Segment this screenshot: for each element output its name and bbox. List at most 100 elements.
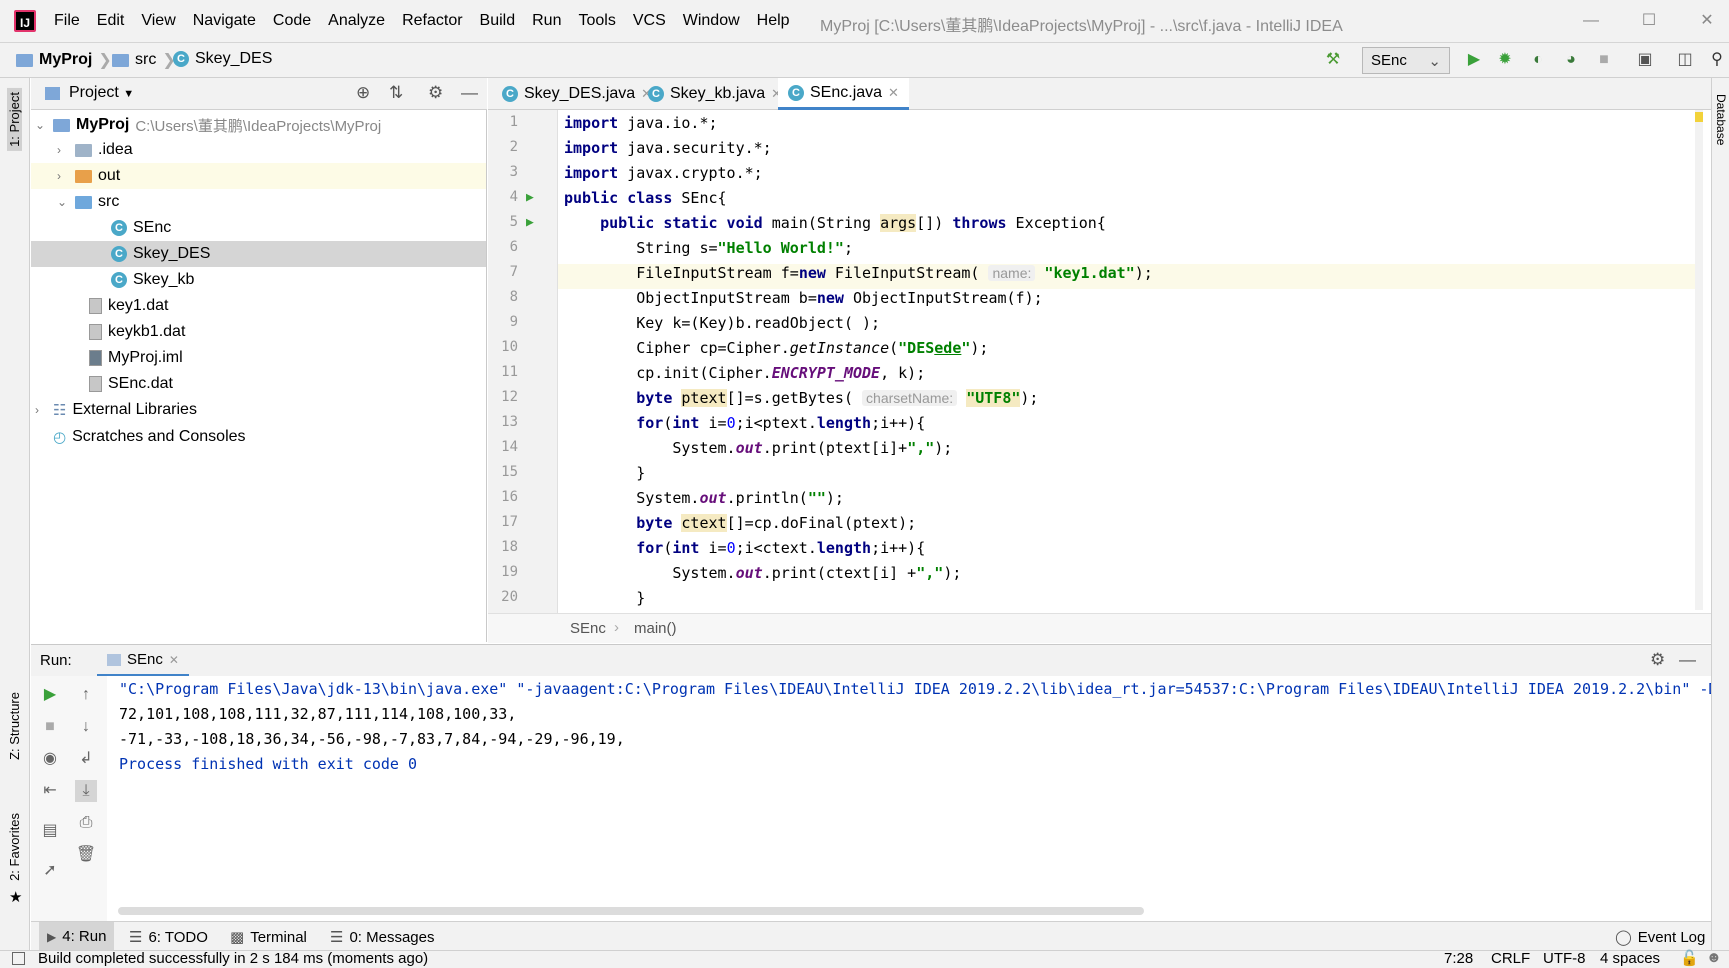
restore-layout-icon[interactable]: ⇤ [39,780,61,802]
indent-setting[interactable]: 4 spaces [1600,950,1660,967]
close-icon[interactable]: ✕ [1692,8,1722,34]
run-configuration-select[interactable]: SEnc ⌄ [1362,47,1450,74]
menu-edit[interactable]: Edit [97,12,125,30]
menu-file[interactable]: File [54,12,80,30]
locate-icon[interactable]: ⊕ [356,83,370,103]
structure-tool-button[interactable]: Z: Structure [7,692,22,760]
breadcrumb-project[interactable]: MyProj ❯ [16,50,112,70]
tree-item-skey-kb[interactable]: C Skey_kb [111,267,194,293]
tab-skey-kb-java[interactable]: C Skey_kb.java ✕ [638,78,792,110]
expand-arrow-icon[interactable]: ⌄ [35,118,47,132]
profile-icon[interactable]: ◕ [1560,49,1582,71]
tree-item-myproj-iml[interactable]: MyProj.iml [89,345,183,371]
tree-item-senc-dat[interactable]: SEnc.dat [89,371,173,397]
hide-panel-icon[interactable]: — [461,83,478,103]
menu-window[interactable]: Window [683,12,740,30]
tree-item-out[interactable]: › out [31,163,486,189]
stop-icon[interactable]: ■ [1593,49,1615,71]
warning-marker-icon[interactable] [1695,112,1703,122]
run-gutter-icon[interactable]: ▶ [526,190,534,205]
expand-arrow-icon[interactable]: › [57,143,69,157]
tab-skey-des-java[interactable]: C Skey_DES.java ✕ [492,78,662,110]
print-icon[interactable]: ⎙ [75,812,97,834]
tool-window-terminal[interactable]: ▩ Terminal [230,928,307,947]
tool-window-messages[interactable]: ☰ 0: Messages [330,928,435,947]
coverage-icon[interactable]: ◐ [1527,49,1549,71]
console-output[interactable]: "C:\Program Files\Java\jdk-13\bin\java.e… [107,676,1711,921]
tree-item-skey-des[interactable]: C Skey_DES [31,241,486,267]
project-view-selector[interactable]: Project ▼ [69,84,134,102]
up-arrow-icon[interactable]: ↑ [75,684,97,706]
breadcrumb-class[interactable]: SEnc [570,620,606,637]
project-structure-icon[interactable]: ▣ [1634,49,1656,71]
editor-scrollbar[interactable] [1695,110,1703,610]
build-hammer-icon[interactable]: ⚒ [1322,49,1344,71]
console-horizontal-scrollbar[interactable] [118,907,1144,915]
project-tool-button[interactable]: 1: Project [7,88,22,151]
scroll-to-end-icon[interactable]: ⤓ [75,780,97,802]
tree-item-senc[interactable]: C SEnc [111,215,171,241]
menu-tools[interactable]: Tools [578,12,615,30]
line-separator[interactable]: CRLF [1491,950,1530,967]
debug-icon[interactable]: ✹ [1494,49,1516,71]
library-icon: ☷ [53,402,67,419]
toggle-tool-windows-icon[interactable] [12,952,25,965]
run-gutter-icon[interactable]: ▶ [526,215,534,230]
caret-position[interactable]: 7:28 [1444,950,1473,967]
menu-analyze[interactable]: Analyze [328,12,385,30]
soft-wrap-icon[interactable]: ↲ [75,748,97,770]
camera-icon[interactable]: ◉ [39,748,61,770]
search-icon[interactable]: ⚲ [1706,49,1728,71]
maximize-icon[interactable]: ☐ [1634,8,1664,34]
run-icon[interactable]: ▶ [1463,49,1485,71]
tab-senc-java[interactable]: C SEnc.java ✕ [778,78,909,110]
run-tab-senc[interactable]: SEnc ✕ [97,645,189,677]
expand-arrow-icon[interactable]: › [35,403,47,417]
menu-code[interactable]: Code [273,12,311,30]
collapse-all-icon[interactable]: ⇅ [389,83,403,103]
layout-icon[interactable]: ▤ [39,820,61,842]
trash-icon[interactable]: 🗑 [75,844,97,866]
menu-refactor[interactable]: Refactor [402,12,462,30]
tree-item-external-libraries[interactable]: › ☷ External Libraries [35,397,197,423]
tree-item-scratches[interactable]: ◴ Scratches and Consoles [53,424,246,450]
close-tab-icon[interactable]: ✕ [169,653,179,667]
breadcrumb-class[interactable]: C Skey_DES [173,50,272,68]
breadcrumb-src[interactable]: src ❯ [112,50,176,70]
menu-view[interactable]: View [141,12,175,30]
inspector-icon[interactable]: ☻ [1706,949,1722,966]
menu-navigate[interactable]: Navigate [193,12,256,30]
file-encoding[interactable]: UTF-8 [1543,950,1586,967]
tool-window-run[interactable]: ▶ 4: Run [39,922,115,951]
gear-icon[interactable]: ⚙ [1650,650,1665,670]
hide-panel-icon[interactable]: — [1679,650,1696,670]
tree-item-key1-dat[interactable]: key1.dat [89,293,168,319]
menu-run[interactable]: Run [532,12,561,30]
expand-arrow-icon[interactable]: ⌄ [57,195,69,209]
status-message[interactable]: Build completed successfully in 2 s 184 … [38,950,428,967]
tree-item-keykb1-dat[interactable]: keykb1.dat [89,319,185,345]
favorites-tool-button[interactable]: 2: Favorites [7,813,22,881]
menu-vcs[interactable]: VCS [633,12,666,30]
tool-window-event-log[interactable]: ◯ Event Log [1615,928,1705,947]
terminal-window-icon[interactable]: ◫ [1674,49,1696,71]
lock-icon[interactable]: 🔓 [1680,949,1699,967]
pin-icon[interactable]: ➚ [39,860,61,882]
menu-help[interactable]: Help [757,12,790,30]
breadcrumb-method[interactable]: main() [634,620,677,637]
rerun-icon[interactable]: ▶ [39,684,61,706]
close-tab-icon[interactable]: ✕ [888,85,899,101]
tree-item-src[interactable]: ⌄ src [57,189,119,215]
class-icon: C [648,86,664,102]
down-arrow-icon[interactable]: ↓ [75,716,97,738]
menu-build[interactable]: Build [480,12,516,30]
gear-icon[interactable]: ⚙ [428,83,443,103]
database-tool-button[interactable]: Database [1714,94,1728,145]
code-editor[interactable]: import java.io.*; import java.security.*… [558,110,1703,613]
tool-window-todo[interactable]: ☰ 6: TODO [129,928,208,947]
stop-icon[interactable]: ■ [39,716,61,738]
tree-item-idea[interactable]: › .idea [57,137,133,163]
tree-root-myproj[interactable]: ⌄ MyProj C:\Users\董其鹏\IdeaProjects\MyPro… [35,112,381,138]
minimize-icon[interactable]: — [1576,8,1606,34]
expand-arrow-icon[interactable]: › [57,169,69,183]
